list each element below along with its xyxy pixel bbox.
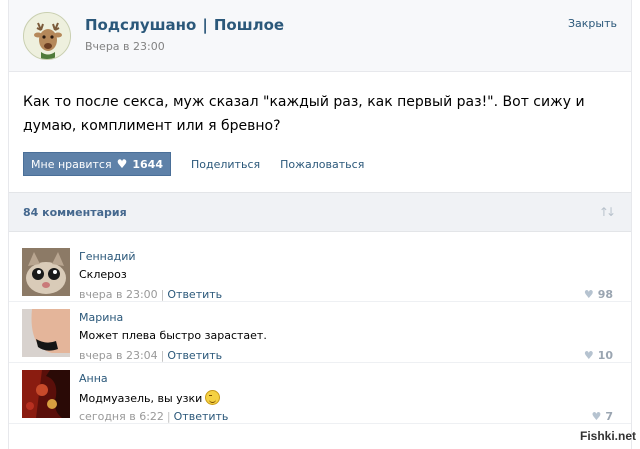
comment-like-count: 98 [597, 288, 613, 301]
meta-divider: | [166, 410, 171, 423]
heart-icon: ♥ [583, 349, 594, 362]
comment-avatar[interactable] [22, 309, 70, 357]
meta-divider: | [160, 288, 165, 301]
post-text: Как то после секса, муж сказал "каждый р… [23, 94, 585, 134]
meta-divider: | [160, 349, 165, 362]
reply-button[interactable]: Ответить [167, 288, 222, 301]
post-title: Подслушано | Пошлое [85, 16, 284, 34]
comment-meta: сегодня в 6:22 | Ответить [79, 410, 228, 423]
title-separator: | [202, 16, 208, 34]
group-subtitle: Пошлое [213, 16, 285, 34]
share-link[interactable]: Поделиться [191, 158, 260, 171]
sort-arrows-icon[interactable]: ↑↓ [599, 205, 616, 219]
smile-icon [205, 390, 221, 405]
group-avatar[interactable] [23, 12, 71, 60]
heart-icon: ♥ [591, 410, 602, 423]
comment-item: Геннадий Склероз вчера в 23:00 | Ответить … [9, 242, 631, 302]
like-button[interactable]: Мне нравится ♥ 1644 [23, 152, 171, 176]
reply-button[interactable]: Ответить [167, 349, 222, 362]
post-time: Вчера в 23:00 [85, 40, 165, 53]
deer-logo-icon [24, 13, 70, 59]
comment-author[interactable]: Анна [79, 372, 108, 385]
comment-like-count: 10 [597, 349, 613, 362]
comment-like[interactable]: ♥ 98 [584, 288, 613, 301]
comment-item: Анна Модмуазель, вы узки сегодня в 6:22 |… [9, 364, 631, 424]
red-photo-icon [22, 370, 70, 418]
like-label: Мне нравится [31, 157, 112, 171]
post-popup: Подслушано | Пошлое Вчера в 23:00 Закрыть … [8, 0, 632, 449]
comment-time[interactable]: сегодня в 6:22 [79, 410, 164, 423]
comments-count[interactable]: 84 комментария [23, 206, 127, 219]
like-count: 1644 [132, 157, 163, 171]
comments-header: 84 комментария ↑↓ [9, 192, 631, 232]
heart-icon: ♥ [583, 288, 594, 301]
watermark: Fishki.net [579, 429, 636, 443]
comment-like[interactable]: ♥ 7 [591, 410, 613, 423]
comment-text: Может плева быстро зарастает. [79, 329, 267, 342]
comment-avatar[interactable] [22, 248, 70, 296]
comment-time[interactable]: вчера в 23:04 [79, 349, 158, 362]
comment-text-content: Модмуазель, вы узки [79, 392, 203, 405]
comment-meta: вчера в 23:00 | Ответить [79, 288, 222, 301]
body-photo-icon [22, 309, 70, 357]
group-name-link[interactable]: Подслушано [85, 16, 196, 34]
comment-text: Склероз [79, 268, 127, 281]
comment-meta: вчера в 23:04 | Ответить [79, 349, 222, 362]
close-button[interactable]: Закрыть [568, 17, 617, 30]
comment-time[interactable]: вчера в 23:00 [79, 288, 158, 301]
comment-like-count: 7 [605, 410, 613, 423]
comment-author[interactable]: Геннадий [79, 250, 136, 263]
post-actions: Мне нравится ♥ 1644 Поделиться Пожаловат… [23, 152, 364, 176]
comment-item: Марина Может плева быстро зарастает. вче… [9, 303, 631, 363]
reply-button[interactable]: Ответить [174, 410, 229, 423]
comment-author[interactable]: Марина [79, 311, 123, 324]
comment-avatar[interactable] [22, 370, 70, 418]
comment-text: Модмуазель, вы узки [79, 390, 221, 405]
comment-like[interactable]: ♥ 10 [584, 349, 613, 362]
post-header: Подслушано | Пошлое Вчера в 23:00 Закрыть [9, 0, 631, 72]
report-link[interactable]: Пожаловаться [280, 158, 364, 171]
heart-icon: ♥ [116, 157, 128, 171]
cat-photo-icon [22, 248, 70, 296]
